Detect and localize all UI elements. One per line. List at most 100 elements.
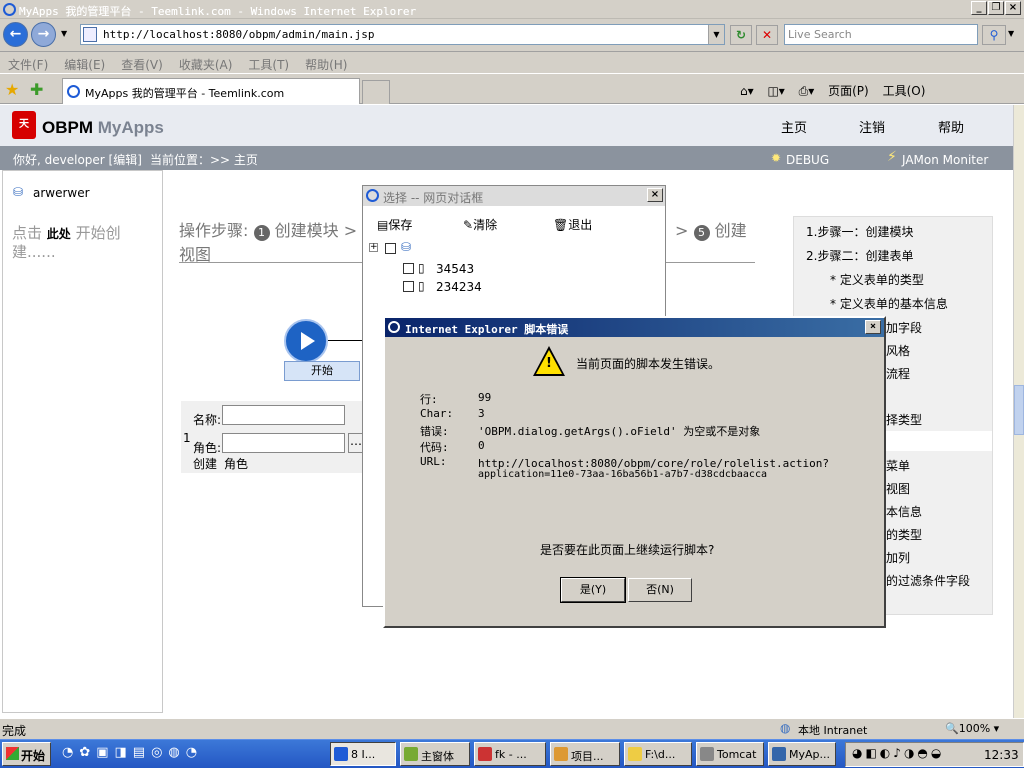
clock[interactable]: 12:33 <box>984 748 1019 762</box>
clear-button[interactable]: ✎清除 <box>463 216 497 233</box>
security-zone[interactable]: 本地 Intranet <box>798 722 867 738</box>
task-label: fk - ... <box>495 748 527 761</box>
nav-help[interactable]: 帮助 <box>938 117 964 136</box>
field-value-error: 'OBPM.dialog.getArgs().oField' 为空或不是对象 <box>478 425 761 438</box>
feeds-icon[interactable]: ◫▾ <box>767 84 784 98</box>
exit-button[interactable]: 🗑退出 <box>553 216 592 233</box>
app-header: 天 OBPM MyApps 主页 注销 帮助 <box>0 105 1013 146</box>
refresh-button[interactable]: ↻ <box>730 25 752 45</box>
role-input[interactable] <box>222 433 345 453</box>
lightning-icon: ⚡ <box>887 149 897 165</box>
task-item[interactable]: fk - ... <box>474 742 546 766</box>
quick-launch[interactable]: ◔✿▣◨▤◎◍◔ <box>62 745 292 765</box>
window-titlebar: MyApps 我的管理平台 - Teemlink.com - Windows I… <box>0 0 1024 19</box>
address-dropdown-icon[interactable]: ▼ <box>708 25 724 44</box>
exit-label: 退出 <box>568 218 593 232</box>
search-options-icon[interactable]: ▼ <box>1008 29 1014 38</box>
zoom-level: 100% <box>958 722 991 735</box>
search-input[interactable]: Live Search <box>784 24 978 45</box>
help-item: 的过滤条件字段 <box>886 574 971 588</box>
task-item[interactable]: 主窗体 <box>400 742 470 766</box>
help-item: 菜单 <box>886 459 911 473</box>
address-field[interactable]: http://localhost:8080/obpm/admin/main.js… <box>80 24 725 45</box>
hint-text-a: 点击 <box>12 224 43 242</box>
task-label: 项目... <box>571 750 604 763</box>
sidebar-app-item[interactable]: arwerwer <box>33 186 90 200</box>
help-item: 流程 <box>886 367 911 381</box>
jamon-link[interactable]: JAMon Moniter <box>902 153 988 167</box>
help-step-2: 2.步骤二：创建表单 <box>806 249 914 263</box>
close-button[interactable]: × <box>1005 1 1021 15</box>
page-scrollbar[interactable] <box>1013 105 1024 718</box>
favorites-star-icon[interactable]: ★ <box>5 80 19 99</box>
tree-root-checkbox[interactable] <box>385 243 396 254</box>
home-icon[interactable]: ⌂▾ <box>740 84 754 98</box>
zoom-control[interactable]: 🔍100% ▾ <box>945 722 999 735</box>
status-bar: 完成 ◍ 本地 Intranet 🔍100% ▾ <box>0 718 1024 739</box>
tree-item[interactable]: 34543 <box>436 262 474 276</box>
minimize-button[interactable]: _ <box>971 1 987 15</box>
menu-bar: 文件(F) 编辑(E) 查看(V) 收藏夹(A) 工具(T) 帮助(H) <box>0 52 1024 74</box>
back-button[interactable]: ← <box>3 22 28 47</box>
nav-logout[interactable]: 注销 <box>859 117 885 136</box>
scroll-thumb[interactable] <box>1014 385 1024 435</box>
tree-expand-icon[interactable]: + <box>369 243 378 252</box>
create-here-link[interactable]: 此处 <box>47 227 71 241</box>
select-dialog-title: 选择 -- 网页对话框 <box>383 191 484 205</box>
no-button[interactable]: 否(N) <box>628 578 692 602</box>
tree-item[interactable]: 234234 <box>436 280 482 294</box>
yes-button[interactable]: 是(Y) <box>560 577 626 603</box>
page-menu[interactable]: 页面(P) <box>828 82 869 99</box>
name-input[interactable] <box>222 405 345 425</box>
row-index: 1 <box>183 431 191 445</box>
tab-title: MyApps 我的管理平台 - Teemlink.com <box>85 87 285 100</box>
maximize-button[interactable]: ❐ <box>988 1 1004 15</box>
script-error-dialog: Internet Explorer 脚本错误 × ! 当前页面的脚本发生错误。 … <box>383 316 886 628</box>
user-greeting[interactable]: 你好, developer [编辑] <box>13 151 142 168</box>
step-5[interactable]: 创建 <box>715 221 747 240</box>
debug-link[interactable]: DEBUG <box>786 153 829 167</box>
task-label: Tomcat <box>717 748 757 761</box>
role-label-2: 角色 <box>224 457 249 471</box>
task-item[interactable]: Tomcat <box>696 742 764 766</box>
tree-root-icon: ⛁ <box>401 240 412 254</box>
task-item[interactable]: MyAp... <box>768 742 836 766</box>
task-item[interactable]: 项目... <box>550 742 620 766</box>
task-label: MyAp... <box>789 748 830 761</box>
step-1[interactable]: 创建模块 <box>275 221 339 240</box>
select-dialog-titlebar: 选择 -- 网页对话框 × <box>363 186 665 206</box>
stop-button[interactable]: ✕ <box>756 25 778 45</box>
add-favorites-icon[interactable]: ✚ <box>30 80 43 99</box>
select-dialog-close-button[interactable]: × <box>647 188 663 202</box>
help-item: 加字段 <box>886 321 923 335</box>
field-label-error: 错误: <box>420 425 449 438</box>
doc-icon: ▯ <box>418 279 425 293</box>
save-button[interactable]: ▤保存 <box>377 216 412 233</box>
tab-myapps[interactable]: MyApps 我的管理平台 - Teemlink.com <box>62 78 360 104</box>
role-form: 1 名称: 角色: … 创建 角色 <box>181 401 371 473</box>
field-value-url-2: application=11e0-73aa-16ba56b1-a7b7-d38c… <box>478 469 767 480</box>
history-dropdown-icon[interactable]: ▼ <box>61 29 67 38</box>
task-item[interactable]: F:\d... <box>624 742 692 766</box>
help-item: 视图 <box>886 482 911 496</box>
flow-start-node[interactable] <box>284 319 328 363</box>
tools-menu[interactable]: 工具(O) <box>883 82 926 99</box>
tray-icons[interactable]: ◕◧◐♪◑◓◒ <box>852 746 944 760</box>
new-tab-button[interactable] <box>362 80 390 104</box>
item-checkbox[interactable] <box>403 263 414 274</box>
task-label: 8 I... <box>351 748 376 761</box>
forward-button[interactable]: → <box>31 22 56 47</box>
error-dialog-titlebar: Internet Explorer 脚本错误 × <box>385 318 884 337</box>
error-dialog-close-button[interactable]: × <box>865 320 881 334</box>
address-toolbar: ← → ▼ http://localhost:8080/obpm/admin/m… <box>0 19 1024 52</box>
search-icon[interactable]: ⚲ <box>982 25 1006 45</box>
nav-home[interactable]: 主页 <box>781 117 807 136</box>
app-brand: OBPM MyApps <box>42 118 164 138</box>
print-icon[interactable]: ⎙▾ <box>799 84 815 99</box>
start-button[interactable]: 开始 <box>2 742 51 766</box>
page-icon <box>83 27 97 42</box>
task-label: F:\d... <box>645 748 676 761</box>
help-item: * 定义表单的类型 <box>830 273 924 287</box>
task-item-ie-active[interactable]: 8 I... <box>330 742 396 766</box>
item-checkbox[interactable] <box>403 281 414 292</box>
